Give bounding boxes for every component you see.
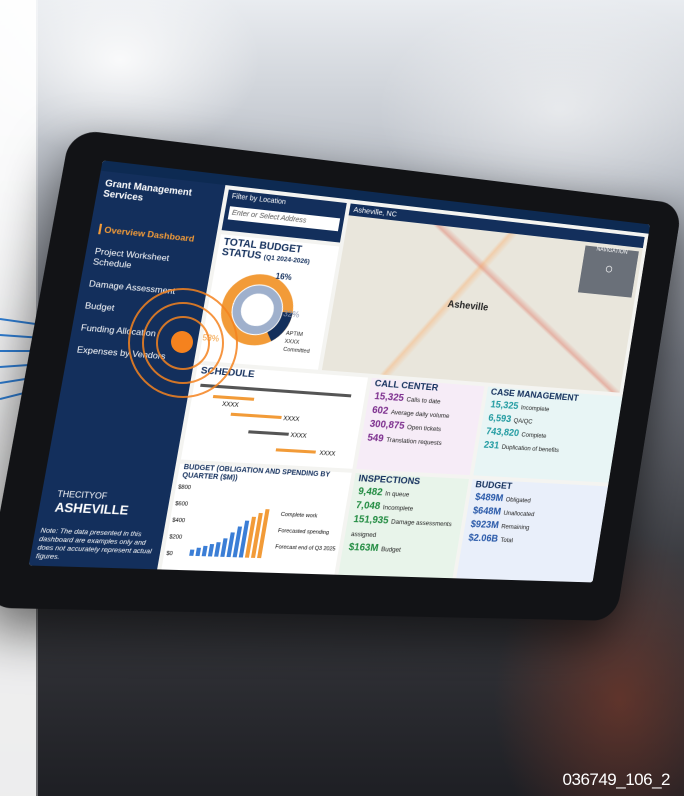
map-panel[interactable]: Asheville, NC NAVIGATION ○ Asheville <box>321 203 645 393</box>
metric-budget: $163MBudget <box>342 541 458 559</box>
spending-chart-panel: BUDGET (OBLIGATION AND SPENDING BY QUART… <box>161 463 352 575</box>
metric-value: 602 <box>371 404 390 417</box>
metric-value: 15,325 <box>373 391 405 405</box>
city-logo-bottom: ASHEVILLE <box>53 499 130 518</box>
legend-committed: Committed <box>283 347 310 355</box>
metric-value: 9,482 <box>357 486 384 499</box>
spending-bar <box>201 545 208 557</box>
city-logo: THECITYOF ASHEVILLE <box>54 487 132 518</box>
legend-aptim: APTIM <box>285 331 303 338</box>
metric-value: 15,325 <box>489 399 520 412</box>
nav-project-worksheet[interactable]: Project Worksheet Schedule <box>92 246 208 278</box>
call-center-panel: CALL CENTER 15,325Calls to date 602Avera… <box>356 377 485 476</box>
map-navigation[interactable]: NAVIGATION ○ <box>577 245 639 298</box>
donut-ring-inner <box>233 288 281 332</box>
disclaimer-note: Note: The data presented in this dashboa… <box>35 527 153 562</box>
metric-label: Open tickets <box>406 424 442 434</box>
address-input[interactable]: Enter or Select Address <box>227 206 341 232</box>
metric-value: 300,875 <box>368 418 406 432</box>
ytick: $600 <box>175 501 189 508</box>
metric-label: In queue <box>384 490 410 499</box>
nav-overview[interactable]: Overview Dashboard <box>98 223 213 246</box>
metric-value: $2.06B <box>467 532 499 545</box>
metric-label: Duplication of benefits <box>501 443 560 455</box>
photo-background: Grant Management Services Overview Dashb… <box>0 0 684 796</box>
gantt-label: XXXX <box>283 415 300 423</box>
metric-value: $163M <box>347 541 380 555</box>
gantt-label: XXXX <box>222 401 240 409</box>
ytick: $800 <box>177 485 191 492</box>
metric-label: Incomplete <box>382 504 414 513</box>
pct-top: 16% <box>275 272 293 282</box>
metric-label: Incomplete <box>520 404 550 414</box>
location-filter: Filter by Location Enter or Select Addre… <box>221 189 347 243</box>
navigation-label: NAVIGATION <box>595 246 628 256</box>
metric-value: $923M <box>469 519 500 532</box>
metric-damage: 151,935Damage assessments assigned <box>344 513 463 545</box>
spending-bar <box>214 542 221 557</box>
map-city-label: Asheville <box>446 299 489 314</box>
gantt-label: XXXX <box>319 450 336 458</box>
legend-end: Forecast end of Q3 2025 <box>275 544 336 552</box>
compass-icon[interactable]: ○ <box>581 259 637 281</box>
metric-label: Remaining <box>500 523 530 532</box>
legend-xxxx: XXXX <box>284 339 300 346</box>
case-management-panel: CASE MANAGEMENT 15,325Incomplete 6,593QA… <box>473 386 623 483</box>
spending-bar <box>220 538 228 557</box>
metric-label: Budget <box>380 546 402 554</box>
gantt-label: XXXX <box>290 432 307 440</box>
spending-bar-chart: $800 $600 $400 $200 $0 Complete work For… <box>166 485 336 559</box>
metric-label: QA/QC <box>513 417 533 426</box>
metric-value: 549 <box>366 432 385 445</box>
metric-value: 7,048 <box>354 500 381 513</box>
metric-value: 151,935 <box>352 514 390 527</box>
metric-label: Complete <box>520 431 547 440</box>
metric-label: Total <box>499 536 514 545</box>
metric-value: $648M <box>472 505 502 518</box>
metric-label: Translation requests <box>385 436 443 448</box>
target-center <box>171 331 193 353</box>
dashboard-screen: Grant Management Services Overview Dashb… <box>28 160 651 583</box>
metric-label: Obligated <box>505 496 532 505</box>
photo-id-label: 036749_106_2 <box>562 770 671 789</box>
metric-value: $489M <box>474 492 504 505</box>
bars-group <box>189 509 270 559</box>
tablet: Grant Management Services Overview Dashb… <box>0 128 683 621</box>
gantt-bar <box>275 448 316 454</box>
pct-mid: 32% <box>283 309 300 319</box>
budget-panel: BUDGET $489MObligated $648MUnallocated $… <box>456 479 608 583</box>
metric-value: 743,820 <box>485 426 520 440</box>
ytick: $400 <box>172 518 186 525</box>
spending-bar <box>195 547 202 557</box>
legend-forecast: Forecasted spending <box>277 528 329 536</box>
spending-bar <box>189 549 195 556</box>
filter-label: Filter by Location <box>231 193 287 207</box>
gantt-bar <box>230 412 282 420</box>
metric-label: Calls to date <box>405 396 441 406</box>
metric-label: Average daily volume <box>390 409 450 420</box>
spending-bar <box>207 543 215 557</box>
gantt-bar <box>248 430 289 436</box>
legend-complete: Complete work <box>280 512 318 519</box>
metric-value: 231 <box>483 439 500 452</box>
ytick: $0 <box>166 551 174 557</box>
metric-value: 6,593 <box>487 412 512 426</box>
inspections-panel: INSPECTIONS 9,482In queue 7,048Incomplet… <box>338 472 470 579</box>
app-title: Grant Management Services <box>102 177 193 203</box>
orange-target-icon <box>128 288 238 398</box>
ytick: $200 <box>169 534 183 541</box>
metric-label: Unallocated <box>502 509 535 519</box>
